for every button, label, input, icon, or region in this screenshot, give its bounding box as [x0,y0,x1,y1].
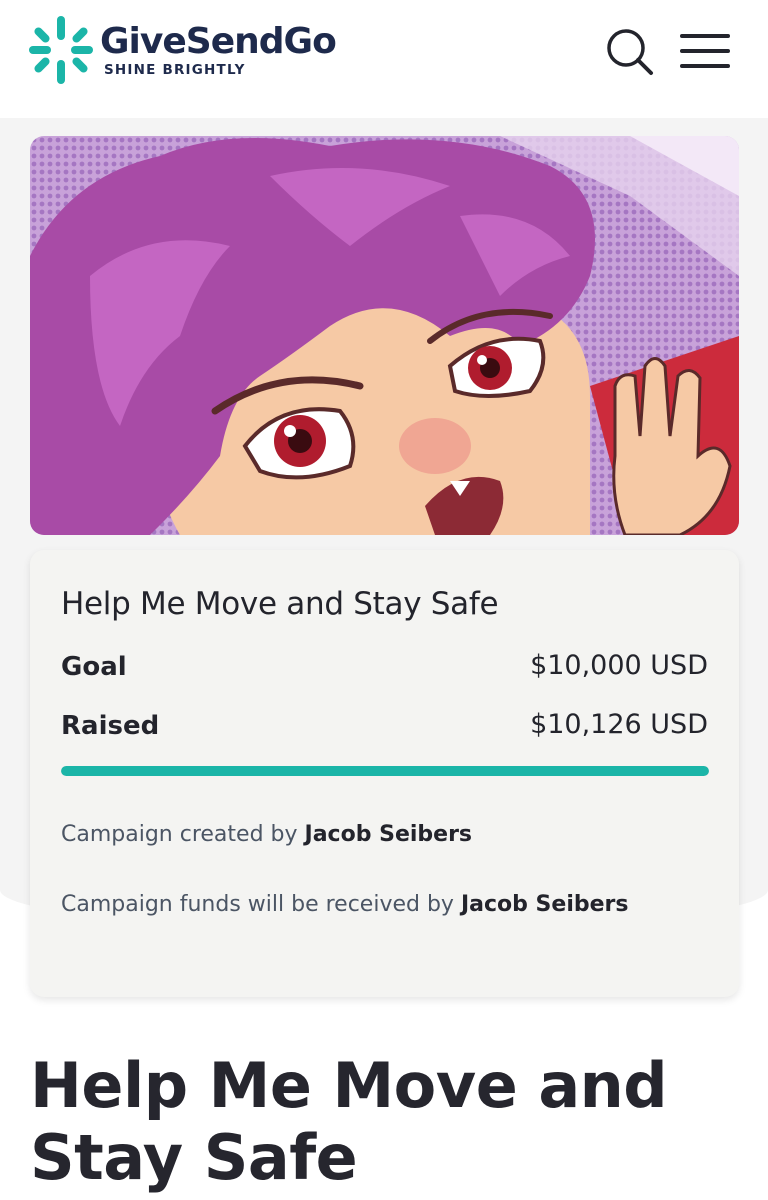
campaign-creator-line: Campaign created by Jacob Seibers [61,822,472,847]
site-header: GiveSendGo SHINE BRIGHTLY [0,0,768,118]
search-icon [607,29,653,75]
funding-progress-fill [61,766,709,776]
raised-label: Raised [61,711,160,741]
page-title: Help Me Move and Stay Safe [30,1049,668,1194]
created-by-text: Campaign created by [61,822,298,847]
campaign-illustration [30,136,739,535]
campaign-summary-card: Help Me Move and Stay Safe Goal $10,000 … [30,550,739,997]
brand-name: GiveSendGo [100,21,337,62]
campaign-hero-image[interactable] [30,136,739,535]
campaign-title: Help Me Move and Stay Safe [61,586,499,622]
beneficiary-name[interactable]: Jacob Seibers [461,892,629,917]
page: GiveSendGo SHINE BRIGHTLY Help Me Move a… [0,0,768,1200]
logo-burst-icon [29,16,93,84]
creator-name[interactable]: Jacob Seibers [305,822,473,847]
hamburger-menu-icon [680,34,730,68]
funds-received-text: Campaign funds will be received by [61,892,454,917]
raised-value: $10,126 USD [530,709,708,740]
menu-button[interactable] [678,28,734,76]
brand-tagline: SHINE BRIGHTLY [104,62,246,78]
goal-label: Goal [61,652,127,682]
goal-value: $10,000 USD [530,650,708,681]
funding-progress-bar [61,766,709,776]
search-button[interactable] [604,26,656,78]
logo[interactable]: GiveSendGo SHINE BRIGHTLY [28,14,337,86]
campaign-beneficiary-line: Campaign funds will be received by Jacob… [61,892,628,917]
